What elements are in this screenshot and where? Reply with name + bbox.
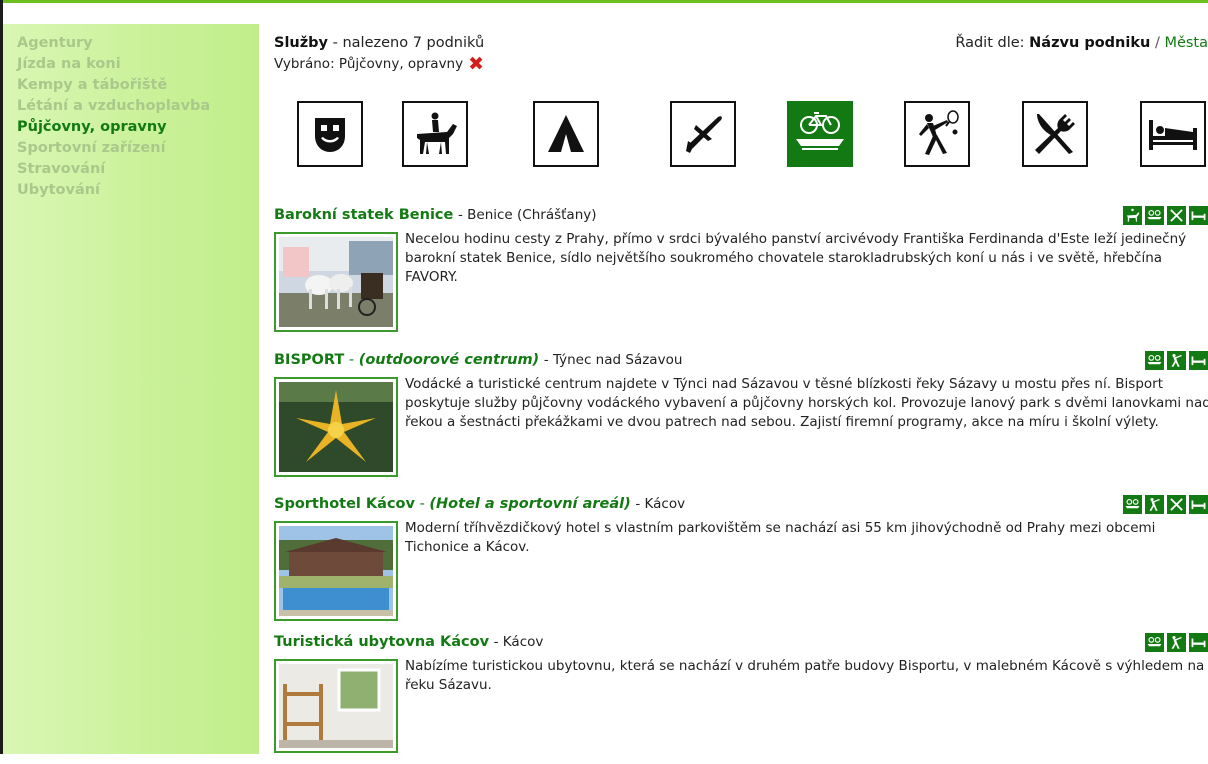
tennis-player-icon[interactable] bbox=[1167, 633, 1186, 652]
horse-rider-icon bbox=[417, 112, 457, 154]
listing-title: Sporthotel Kácov - (Hotel a sportovní ar… bbox=[274, 496, 685, 512]
listing-description: Necelou hodinu cesty z Prahy, přímo v sr… bbox=[405, 231, 1187, 285]
listing-photo[interactable] bbox=[274, 377, 398, 477]
active-filter: Vybráno: Půjčovny, opravny ✖ bbox=[274, 55, 484, 74]
sidebar-item-stravovani[interactable]: Stravování bbox=[17, 159, 259, 180]
listing-name-link[interactable]: Barokní statek Benice bbox=[274, 207, 453, 223]
listing-description: Vodácké a turistické centrum najdete v T… bbox=[405, 376, 1208, 430]
filter-horse-riding-button[interactable] bbox=[402, 101, 468, 167]
sort-by-name-link[interactable]: Názvu podniku bbox=[1029, 35, 1150, 51]
listing-name-link[interactable]: Turistická ubytovna Kácov bbox=[274, 634, 489, 650]
business-listing: Sporthotel Kácov - (Hotel a sportovní ar… bbox=[274, 495, 1208, 646]
listing-photo[interactable] bbox=[274, 521, 398, 621]
bicycle-canoe-icon[interactable] bbox=[1145, 351, 1164, 370]
bed-icon[interactable] bbox=[1189, 495, 1208, 514]
listing-location: - Kácov bbox=[493, 634, 544, 650]
listing-location: - Benice (Chrášťany) bbox=[457, 207, 597, 223]
sidebar-item-kempy[interactable]: Kempy a tábořiště bbox=[17, 75, 259, 96]
sort-by-city-link[interactable]: Města bbox=[1164, 35, 1208, 51]
business-listing: BISPORT - (outdoorové centrum) - Týnec n… bbox=[274, 351, 1208, 502]
sidebar-item-ubytovani[interactable]: Ubytování bbox=[17, 180, 259, 201]
listing-title: Barokní statek Benice - Benice (Chrášťan… bbox=[274, 207, 597, 223]
category-sidebar: Agentury Jízda na koni Kempy a tábořiště… bbox=[3, 24, 259, 754]
filter-dining-button[interactable] bbox=[1022, 101, 1088, 167]
listing-subtitle: (Hotel a sportovní areál) bbox=[429, 496, 631, 512]
filter-rentals-button[interactable] bbox=[787, 101, 853, 167]
results-count: - nalezeno 7 podniků bbox=[332, 35, 485, 51]
business-listing: Barokní statek Benice - Benice (Chrášťan… bbox=[274, 206, 1208, 357]
filter-sports-button[interactable] bbox=[904, 101, 970, 167]
active-filter-label: Vybráno: Půjčovny, opravny bbox=[274, 56, 464, 72]
bicycle-canoe-icon[interactable] bbox=[1145, 206, 1164, 225]
listing-name-link[interactable]: Sporthotel Kácov bbox=[274, 496, 415, 512]
listing-dash: - bbox=[419, 496, 425, 512]
sidebar-item-letani[interactable]: Létání a vzduchoplavba bbox=[17, 96, 259, 117]
listing-subtitle: (outdoorové centrum) bbox=[358, 352, 540, 368]
page-title: Služby bbox=[274, 35, 329, 51]
filter-accommodation-button[interactable] bbox=[1140, 101, 1206, 167]
listing-photo[interactable] bbox=[274, 659, 398, 753]
filter-flying-button[interactable] bbox=[670, 101, 736, 167]
remove-filter-icon[interactable]: ✖ bbox=[468, 55, 484, 74]
listing-photo[interactable] bbox=[274, 232, 398, 332]
listing-description: Nabízíme turistickou ubytovnu, která se … bbox=[405, 658, 1205, 693]
bicycle-canoe-icon bbox=[796, 112, 844, 150]
listing-name-link[interactable]: BISPORT bbox=[274, 352, 344, 368]
business-listing: Turistická ubytovna Kácov - Kácov Nabízí… bbox=[274, 633, 1208, 764]
sidebar-item-pujcovny[interactable]: Půjčovny, opravny bbox=[17, 117, 259, 138]
results-heading: Služby - nalezeno 7 podniků bbox=[274, 35, 484, 51]
listing-dash: - bbox=[348, 352, 355, 368]
mask-icon bbox=[315, 118, 345, 152]
listing-service-icons bbox=[1123, 495, 1208, 514]
horse-rider-icon[interactable] bbox=[1123, 206, 1142, 225]
sidebar-item-jizda-na-koni[interactable]: Jízda na koni bbox=[17, 54, 259, 75]
sort-label: Řadit dle: bbox=[955, 35, 1025, 51]
sort-control: Řadit dle: Názvu podniku / Města bbox=[955, 35, 1208, 51]
tennis-player-icon bbox=[919, 110, 959, 155]
tent-icon bbox=[548, 115, 584, 152]
sidebar-item-sportovni-zarizeni[interactable]: Sportovní zařízení bbox=[17, 138, 259, 159]
fork-knife-icon[interactable] bbox=[1167, 495, 1186, 514]
bicycle-canoe-icon[interactable] bbox=[1123, 495, 1142, 514]
fork-knife-icon bbox=[1035, 114, 1075, 154]
listing-title: Turistická ubytovna Kácov - Kácov bbox=[274, 634, 543, 650]
top-spacer bbox=[3, 3, 1208, 11]
listing-description: Moderní tříhvězdičkový hotel s vlastním … bbox=[405, 520, 1156, 555]
filter-agentury-button[interactable] bbox=[297, 101, 363, 167]
listing-location: - Týnec nad Sázavou bbox=[543, 352, 683, 368]
filter-camping-button[interactable] bbox=[533, 101, 599, 167]
bicycle-canoe-icon[interactable] bbox=[1145, 633, 1164, 652]
listing-service-icons bbox=[1123, 206, 1208, 225]
bed-icon[interactable] bbox=[1189, 206, 1208, 225]
listing-location: - Kácov bbox=[635, 496, 686, 512]
bed-icon[interactable] bbox=[1189, 351, 1208, 370]
airplane-icon bbox=[686, 116, 722, 153]
sort-separator: / bbox=[1154, 35, 1160, 51]
bed-icon[interactable] bbox=[1189, 633, 1208, 652]
bed-icon bbox=[1149, 120, 1197, 150]
sidebar-item-agentury[interactable]: Agentury bbox=[17, 33, 259, 54]
results-panel: Služby - nalezeno 7 podniků Vybráno: Půj… bbox=[274, 24, 1208, 754]
tennis-player-icon[interactable] bbox=[1145, 495, 1164, 514]
listing-service-icons bbox=[1145, 633, 1208, 652]
fork-knife-icon[interactable] bbox=[1167, 206, 1186, 225]
listing-service-icons bbox=[1145, 351, 1208, 370]
listing-title: BISPORT - (outdoorové centrum) - Týnec n… bbox=[274, 352, 682, 368]
tennis-player-icon[interactable] bbox=[1167, 351, 1186, 370]
